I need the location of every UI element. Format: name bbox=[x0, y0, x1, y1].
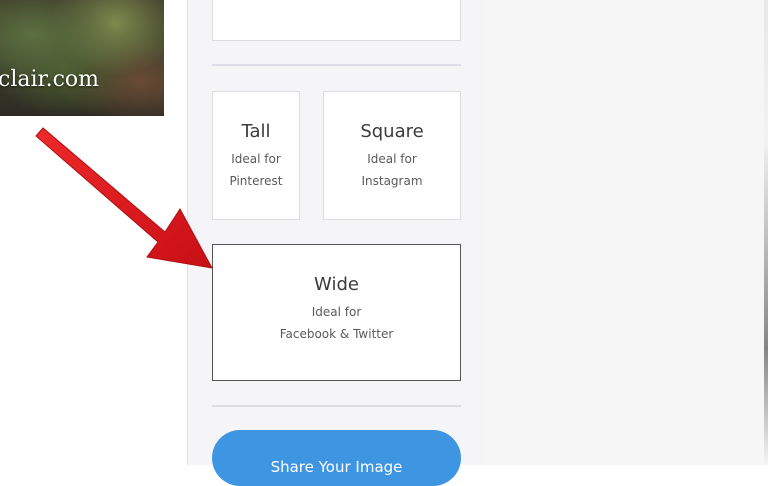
tall-desc-line1: Ideal for bbox=[231, 152, 281, 166]
tall-desc-line2: Pinterest bbox=[229, 174, 283, 188]
format-card-square[interactable]: Square Ideal for Instagram bbox=[323, 91, 461, 220]
share-your-image-button[interactable]: Share Your Image bbox=[212, 430, 461, 486]
wide-desc-line1: Ideal for bbox=[311, 305, 362, 319]
format-card-top[interactable] bbox=[212, 0, 461, 41]
thumbnail-overlay-text: clair.com bbox=[0, 67, 100, 92]
divider-top bbox=[212, 64, 461, 66]
right-canvas-area bbox=[486, 0, 768, 465]
share-button-label: Share Your Image bbox=[270, 457, 403, 476]
wide-desc-line2: Facebook & Twitter bbox=[279, 327, 394, 341]
wide-title: Wide bbox=[314, 274, 359, 295]
square-desc-line2: Instagram bbox=[361, 174, 423, 188]
square-desc-line1: Ideal for bbox=[367, 152, 417, 166]
format-card-tall[interactable]: Tall Ideal for Pinterest bbox=[212, 91, 300, 220]
right-edge-strip bbox=[764, 0, 768, 465]
square-title: Square bbox=[360, 121, 424, 142]
tall-title: Tall bbox=[241, 121, 271, 142]
image-preview-thumbnail: clair.com bbox=[0, 0, 164, 116]
format-card-wide[interactable]: Wide Ideal for Facebook & Twitter bbox=[212, 244, 461, 381]
divider-bottom bbox=[212, 405, 461, 407]
format-panel bbox=[187, 0, 486, 465]
